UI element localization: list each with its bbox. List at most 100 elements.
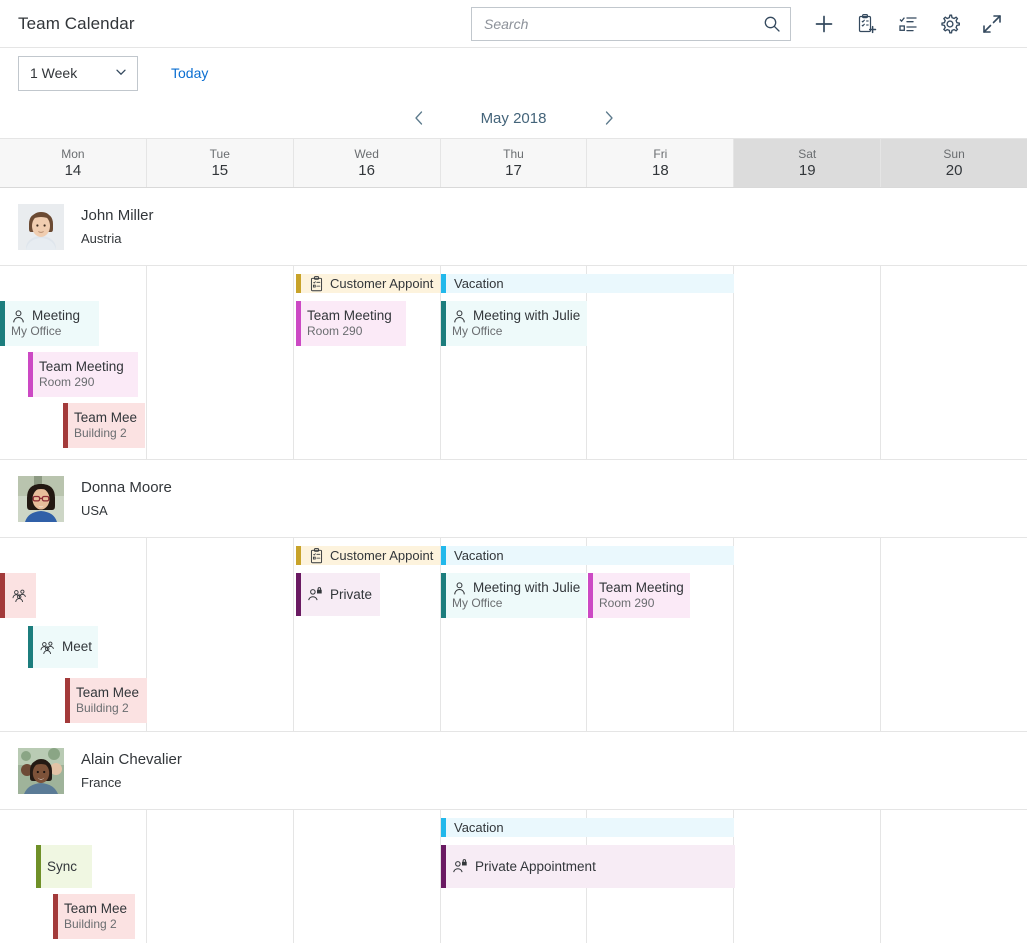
day-number: 16 — [358, 161, 375, 179]
full-screen-icon[interactable] — [973, 5, 1011, 43]
day-number: 20 — [945, 161, 963, 179]
next-period-button[interactable] — [589, 103, 629, 133]
person-role: USA — [81, 503, 108, 518]
appointment-title-row: Private Appointment — [446, 859, 735, 875]
appointment-title: Meet — [62, 639, 93, 654]
appointment-grid[interactable]: Vacation Sync Team Mee Building 2 Private Ap… — [0, 810, 1027, 943]
day-name: Fri — [653, 146, 668, 161]
appointment[interactable] — [0, 573, 36, 618]
day-number: 18 — [652, 161, 669, 179]
full-day-appointment[interactable]: Vacation — [441, 546, 734, 565]
appointment-title: Team Mee — [76, 685, 140, 700]
appointment[interactable]: Meet — [28, 626, 98, 668]
person-role: France — [81, 775, 122, 790]
appointment-title: Team Mee — [74, 410, 138, 425]
avatar — [18, 475, 64, 522]
appointment[interactable]: Meeting with Julie My Office — [441, 573, 587, 618]
appointment[interactable]: Team Meeting Room 290 — [296, 301, 406, 346]
appointment-title: Vacation — [454, 819, 504, 835]
appointment-title-row: Meet — [33, 639, 98, 655]
day-column-header-mon[interactable]: Mon 14 — [0, 139, 147, 187]
view-select[interactable]: 1 Week — [18, 55, 138, 91]
appointments-layer: Customer Appoint Vacation Meeting My Office… — [0, 266, 1027, 459]
add-icon[interactable] — [805, 5, 843, 43]
appointment-title-row: Team Mee — [68, 410, 145, 426]
appointments-layer: Customer Appoint Vacation Meet Team Mee Buil… — [0, 538, 1027, 731]
appointment-title: Customer Appoint — [330, 547, 434, 563]
day-name: Tue — [209, 146, 230, 161]
full-day-appointment[interactable]: Vacation — [441, 274, 734, 293]
appointment-title-row: Meeting with Julie — [446, 308, 587, 324]
appointment-title-row: Vacation — [446, 548, 734, 564]
full-day-appointment[interactable]: Vacation — [441, 818, 734, 837]
group-icon — [39, 640, 56, 655]
appointment-grid[interactable]: Customer Appoint Vacation Meet Team Mee Buil… — [0, 538, 1027, 732]
day-column-header-sun[interactable]: Sun 20 — [881, 139, 1027, 187]
previous-period-button[interactable] — [399, 103, 439, 133]
search-field[interactable] — [471, 6, 791, 41]
appointment[interactable]: Team Meeting Room 290 — [588, 573, 690, 618]
day-number: 14 — [64, 161, 82, 179]
appointment[interactable]: Team Mee Building 2 — [63, 403, 145, 448]
appointment-title: Vacation — [454, 275, 504, 291]
private-icon — [452, 859, 469, 874]
day-name: Thu — [503, 146, 524, 161]
appointment-location: Building 2 — [64, 917, 117, 931]
appointment-location: Building 2 — [76, 701, 129, 715]
appointment-location: Building 2 — [74, 426, 127, 440]
appointments-layer: Vacation Sync Team Mee Building 2 Private Ap… — [0, 810, 1027, 943]
person-header[interactable]: Alain Chevalier France — [0, 732, 1027, 810]
appointment-title-row: Customer Appoint — [301, 548, 440, 564]
view-select-value: 1 Week — [30, 65, 78, 81]
person-name: John Miller — [81, 207, 154, 224]
day-column-header-fri[interactable]: Fri 18 — [587, 139, 735, 187]
chevron-down-icon — [114, 65, 128, 82]
person-info: Donna Moore USA — [81, 479, 172, 518]
day-column-header-tue[interactable]: Tue 15 — [146, 139, 294, 187]
appointment-title-row: Meeting with Julie — [446, 580, 587, 596]
appointment[interactable]: Meeting with Julie My Office — [441, 301, 587, 346]
title-bar: Team Calendar — [0, 0, 1027, 48]
person-icon — [11, 309, 26, 324]
day-column-header-sat[interactable]: Sat 19 — [734, 139, 882, 187]
appointment-title: Meeting with Julie — [473, 308, 581, 323]
person-header[interactable]: Donna Moore USA — [0, 460, 1027, 538]
full-day-appointment[interactable]: Customer Appoint — [296, 274, 440, 293]
appointment[interactable]: Meeting My Office — [0, 301, 99, 346]
checklist-icon[interactable] — [889, 5, 927, 43]
day-header-row: Mon 14 Tue 15 Wed 16 Thu 17 Fri 18 Sat 19 Sun 20 — [0, 138, 1027, 188]
today-button[interactable]: Today — [171, 65, 208, 81]
settings-gear-icon[interactable] — [931, 5, 969, 43]
appointment[interactable]: Private Appointment — [441, 845, 735, 888]
avatar — [18, 747, 64, 794]
person-header[interactable]: John Miller Austria — [0, 188, 1027, 266]
appointment[interactable]: Private — [296, 573, 380, 616]
appointment-title: Team Mee — [64, 901, 128, 916]
appointment-title-row: Sync — [41, 859, 92, 875]
appointment-title: Vacation — [454, 547, 504, 563]
month-navigation: May 2018 — [0, 98, 1027, 138]
day-column-header-thu[interactable]: Thu 17 — [440, 139, 588, 187]
appointment[interactable]: Team Mee Building 2 — [65, 678, 147, 723]
person-name: Donna Moore — [81, 479, 172, 496]
appointment[interactable]: Team Mee Building 2 — [53, 894, 135, 939]
appointment-title-row: Private — [301, 587, 380, 603]
search-icon[interactable] — [760, 12, 784, 36]
appointment-title-row: Team Mee — [70, 685, 147, 701]
appointment-add-icon[interactable] — [847, 5, 885, 43]
sub-toolbar: 1 Week Today — [0, 48, 1027, 98]
day-column-header-wed[interactable]: Wed 16 — [293, 139, 441, 187]
day-number: 17 — [505, 161, 522, 179]
current-period-label: May 2018 — [480, 109, 547, 127]
appointment[interactable]: Team Meeting Room 290 — [28, 352, 138, 397]
appointment-title-row: Vacation — [446, 820, 734, 836]
appointment-title: Team Meeting — [39, 359, 124, 374]
appointment-location: Room 290 — [599, 596, 655, 610]
day-name: Sun — [943, 146, 965, 161]
full-day-appointment[interactable]: Customer Appoint — [296, 546, 440, 565]
appointment[interactable]: Sync — [36, 845, 92, 888]
appointment-grid[interactable]: Customer Appoint Vacation Meeting My Office… — [0, 266, 1027, 460]
search-input[interactable] — [472, 7, 790, 40]
avatar — [18, 203, 64, 250]
appointment-icon — [309, 275, 324, 292]
